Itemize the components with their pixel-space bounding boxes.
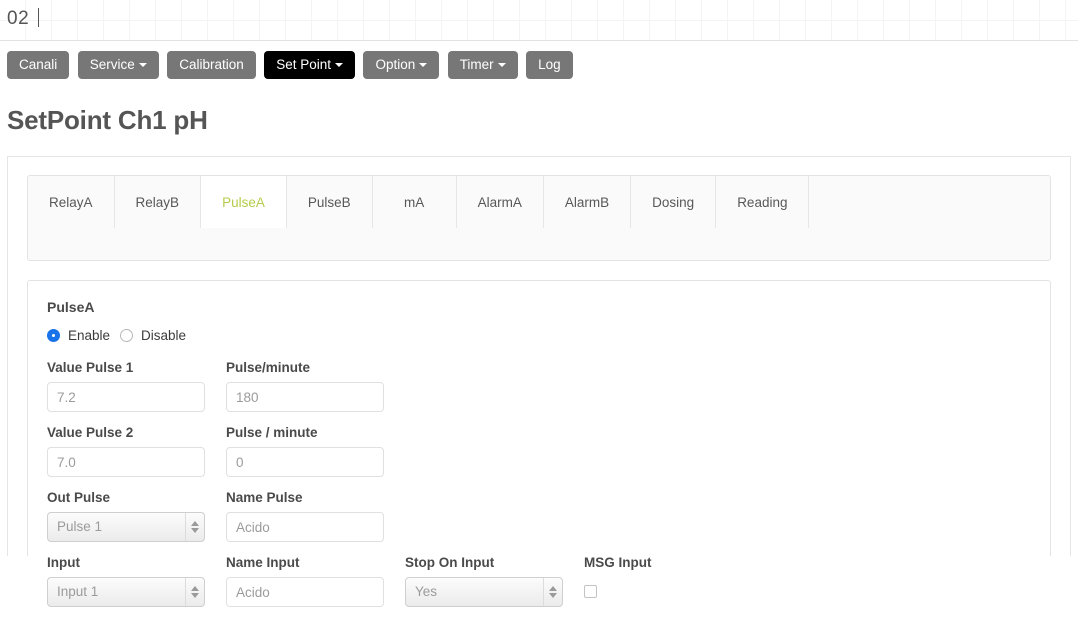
nav-button-canali[interactable]: Canali bbox=[7, 51, 70, 79]
nav-button-timer-label: Timer bbox=[459, 57, 494, 72]
field-msg-input-label: MSG Input bbox=[584, 555, 652, 570]
nav-button-service[interactable]: Service bbox=[77, 51, 159, 79]
tab-pulseb[interactable]: PulseB bbox=[287, 176, 373, 228]
field-name-pulse-label: Name Pulse bbox=[226, 490, 303, 505]
input-select[interactable]: Input 1 bbox=[47, 577, 205, 607]
tab-relaya-label: RelayA bbox=[49, 194, 93, 210]
radio-disable-label: Disable bbox=[141, 327, 187, 343]
tab-dosing-label: Dosing bbox=[652, 194, 695, 210]
pulse-row-3: Out Pulse Pulse 1 Name Pulse bbox=[47, 490, 1031, 542]
tab-alarma[interactable]: AlarmA bbox=[457, 176, 544, 228]
tab-strip: RelayA RelayB PulseA PulseB mA AlarmA Al… bbox=[28, 176, 1050, 228]
nav-button-option-label: Option bbox=[375, 57, 416, 72]
field-out-pulse: Out Pulse Pulse 1 bbox=[47, 490, 205, 542]
field-stop-on-input-label: Stop On Input bbox=[405, 555, 495, 570]
main-navbar: Canali Service Calibration Set Point Opt… bbox=[0, 41, 1078, 86]
name-input-input[interactable] bbox=[226, 577, 384, 607]
spinner-icon bbox=[185, 513, 204, 541]
field-out-pulse-label: Out Pulse bbox=[47, 490, 111, 505]
field-pulse-minute-2: Pulse / minute bbox=[226, 425, 384, 477]
tab-alarmb-label: AlarmB bbox=[564, 194, 610, 210]
nav-button-log[interactable]: Log bbox=[526, 51, 573, 79]
chevron-down-icon bbox=[419, 63, 428, 67]
field-msg-input: MSG Input bbox=[584, 555, 674, 607]
out-pulse-select[interactable]: Pulse 1 bbox=[47, 512, 205, 542]
nav-button-calibration[interactable]: Calibration bbox=[167, 51, 256, 79]
field-name-input-label: Name Input bbox=[226, 555, 300, 570]
tab-ma[interactable]: mA bbox=[373, 176, 457, 228]
radio-enable-label: Enable bbox=[68, 327, 111, 343]
stop-on-input-select-value: Yes bbox=[415, 584, 438, 599]
tab-reading-label: Reading bbox=[737, 194, 788, 210]
enable-disable-radio-group: Enable Disable bbox=[47, 325, 1031, 345]
field-name-input: Name Input bbox=[226, 555, 384, 607]
nav-button-service-label: Service bbox=[89, 57, 135, 72]
spinner-icon bbox=[543, 578, 562, 606]
nav-button-calibration-label: Calibration bbox=[179, 57, 244, 72]
nav-button-option[interactable]: Option bbox=[363, 51, 440, 79]
form-section-title: PulseA bbox=[47, 299, 95, 315]
field-input: Input Input 1 bbox=[47, 555, 205, 607]
field-pulse-minute-2-label: Pulse / minute bbox=[226, 425, 318, 440]
pulse-row-2: Value Pulse 2 Pulse / minute bbox=[47, 425, 1031, 477]
text-cursor bbox=[38, 8, 40, 27]
nav-button-timer[interactable]: Timer bbox=[447, 51, 518, 79]
radio-disable[interactable] bbox=[120, 328, 134, 342]
pulse-minute-1-input[interactable] bbox=[226, 382, 384, 412]
pulsea-form-panel: PulseA Enable Disable Value Pulse 1 Puls… bbox=[27, 280, 1051, 607]
content-container: RelayA RelayB PulseA PulseB mA AlarmA Al… bbox=[7, 156, 1071, 607]
nav-button-set-point-label: Set Point bbox=[276, 57, 331, 72]
value-pulse-1-input[interactable] bbox=[47, 382, 205, 412]
value-pulse-2-input[interactable] bbox=[47, 447, 205, 477]
field-stop-on-input: Stop On Input Yes bbox=[405, 555, 563, 607]
chevron-down-icon bbox=[335, 63, 343, 67]
tab-relaya[interactable]: RelayA bbox=[28, 176, 115, 228]
chevron-down-icon bbox=[497, 63, 506, 67]
msg-input-checkbox[interactable] bbox=[584, 585, 597, 598]
pulse-minute-2-input[interactable] bbox=[226, 447, 384, 477]
field-name-pulse: Name Pulse bbox=[226, 490, 384, 542]
pulse-row-4: Input Input 1 Name Input Stop On Input Y… bbox=[47, 555, 1031, 607]
field-input-label: Input bbox=[47, 555, 80, 570]
tab-alarmb[interactable]: AlarmB bbox=[544, 176, 632, 228]
setpoint-tab-panel: RelayA RelayB PulseA PulseB mA AlarmA Al… bbox=[27, 175, 1051, 261]
radio-enable[interactable] bbox=[47, 328, 60, 342]
tab-pulsea[interactable]: PulseA bbox=[200, 176, 287, 228]
nav-button-set-point[interactable]: Set Point bbox=[264, 51, 355, 79]
stop-on-input-select[interactable]: Yes bbox=[405, 577, 563, 607]
tab-dosing[interactable]: Dosing bbox=[631, 176, 717, 228]
field-value-pulse-1-label: Value Pulse 1 bbox=[47, 360, 134, 375]
page-title: SetPoint Ch1 pH bbox=[7, 105, 208, 135]
name-pulse-input[interactable] bbox=[226, 512, 384, 542]
field-value-pulse-2-label: Value Pulse 2 bbox=[47, 425, 134, 440]
nav-button-canali-label: Canali bbox=[19, 57, 58, 72]
tab-ma-label: mA bbox=[404, 194, 425, 210]
tab-reading[interactable]: Reading bbox=[716, 176, 810, 228]
tab-relayb-label: RelayB bbox=[135, 194, 180, 210]
tab-alarma-label: AlarmA bbox=[477, 194, 522, 210]
spinner-icon bbox=[185, 578, 204, 606]
chevron-down-icon bbox=[138, 63, 147, 67]
field-value-pulse-2: Value Pulse 2 bbox=[47, 425, 205, 477]
nav-button-log-label: Log bbox=[538, 57, 561, 72]
tab-relayb[interactable]: RelayB bbox=[115, 176, 202, 228]
pulse-row-1: Value Pulse 1 Pulse/minute bbox=[47, 360, 1031, 412]
status-bar: 02 bbox=[0, 0, 1078, 41]
tab-pulseb-label: PulseB bbox=[307, 194, 351, 210]
field-value-pulse-1: Value Pulse 1 bbox=[47, 360, 205, 412]
tab-strip-filler bbox=[809, 176, 1050, 228]
field-pulse-minute-1: Pulse/minute bbox=[226, 360, 384, 412]
status-bar-value: 02 bbox=[7, 8, 30, 29]
out-pulse-select-value: Pulse 1 bbox=[57, 519, 103, 534]
field-pulse-minute-1-label: Pulse/minute bbox=[226, 360, 311, 375]
input-select-value: Input 1 bbox=[57, 584, 99, 599]
tab-pulsea-label: PulseA bbox=[222, 194, 265, 210]
status-bar-text: 02 bbox=[7, 7, 40, 31]
